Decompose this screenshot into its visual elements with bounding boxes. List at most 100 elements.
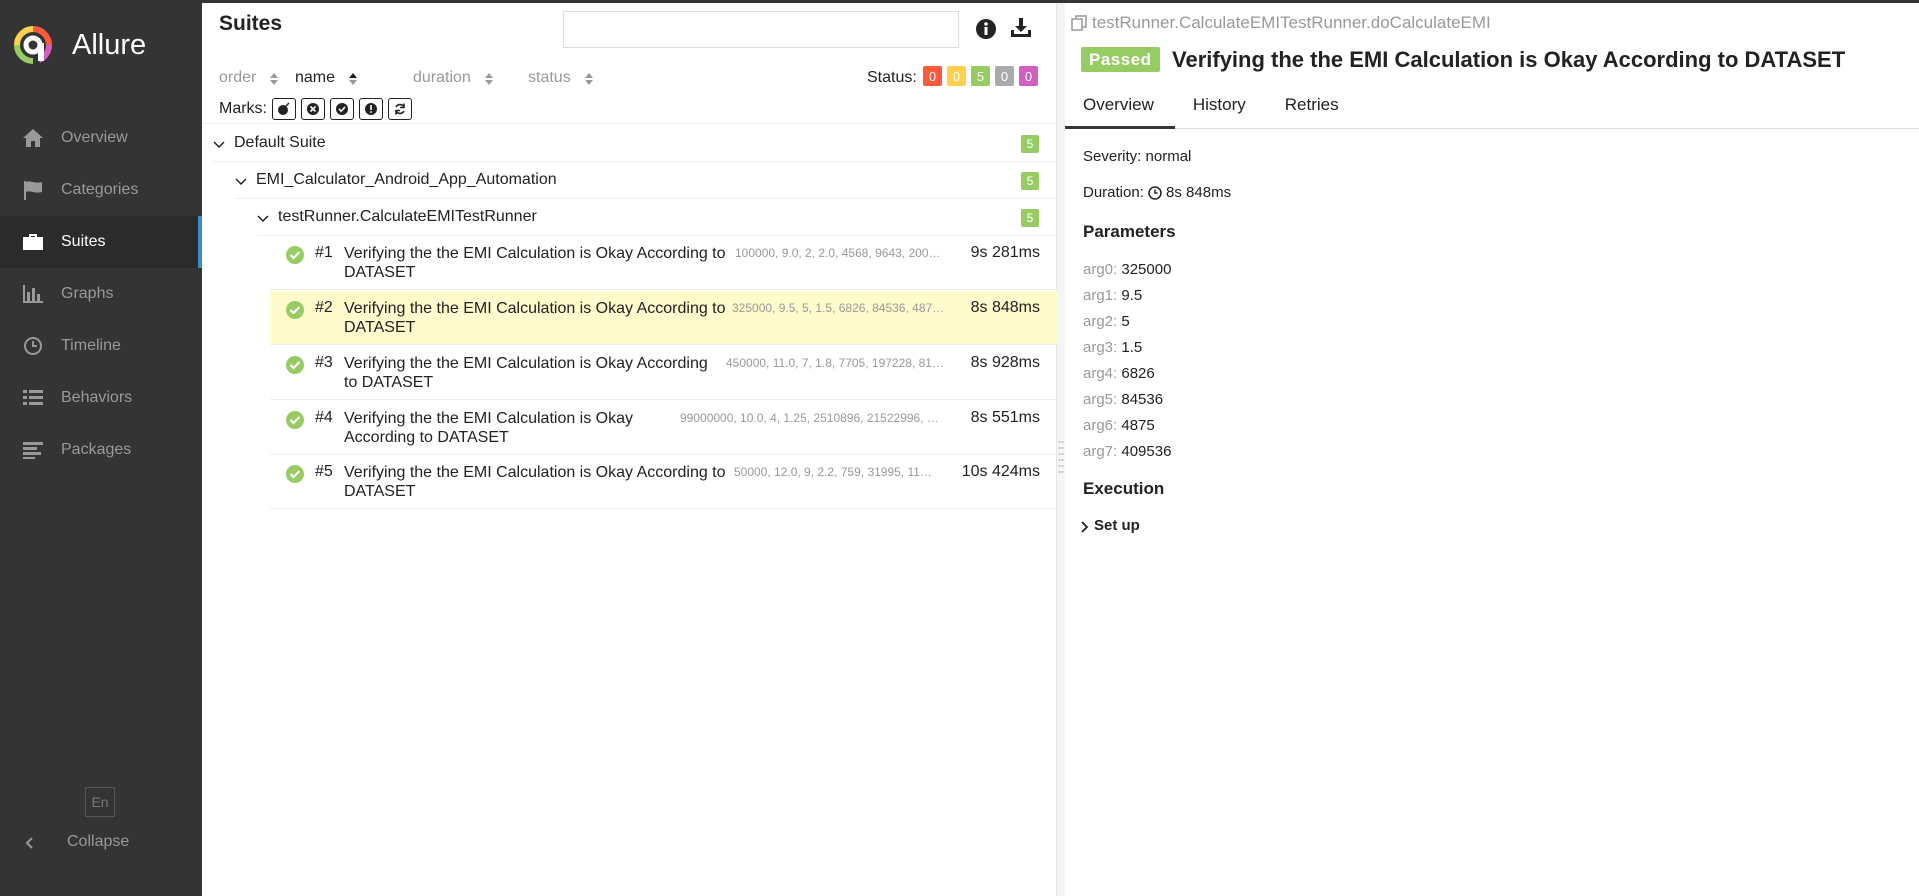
parameter-row: arg2: 5 [1083,313,1130,330]
passed-check-icon [285,410,305,430]
test-name-line: Verifying the the EMI Calculation is Oka… [344,355,708,372]
sidebar: Allure Overview Categories Suites Graphs… [0,3,202,896]
tree-package[interactable]: EMI_Calculator_Android_App_Automation [235,171,557,189]
test-number: #4 [315,409,333,426]
info-icon[interactable] [975,18,997,40]
new-broken-icon[interactable] [359,98,383,120]
new-failed-icon[interactable] [301,98,325,120]
sidebar-item-overview[interactable]: Overview [0,112,202,164]
briefcase-icon [21,231,45,253]
app-name: Allure [72,28,147,61]
sidebar-item-label: Packages [61,441,132,458]
tree-class[interactable]: testRunner.CalculateEMITestRunner [257,208,537,226]
sort-order[interactable]: order [219,69,279,87]
drag-handle-icon[interactable] [1058,439,1064,475]
retries-icon[interactable] [388,98,412,120]
flaky-bomb-icon[interactable] [272,98,296,120]
table-row[interactable]: #5 Verifying the the EMI Calculation is … [270,455,1057,509]
table-row[interactable]: #4 Verifying the the EMI Calculation is … [270,401,1057,455]
test-name-line: DATASET [344,264,416,281]
logo[interactable]: Allure [0,3,202,87]
sort-name[interactable]: name [295,69,358,87]
test-duration: 10s 424ms [961,463,1040,480]
status-failed-toggle[interactable]: 0 [923,66,942,86]
chevron-down-icon [235,174,247,186]
divider [213,161,1057,162]
test-params: 100000, 9.0, 2, 2.0, 4568, 9643, 200… [735,246,941,260]
sort-status-label: status [528,69,571,86]
status-filter: 0 0 5 0 0 [923,66,1043,86]
param-value: 9.5 [1121,287,1143,304]
allure-logo-icon [13,25,53,65]
list-icon [21,387,45,409]
param-key: arg6: [1083,417,1118,434]
table-row[interactable]: #3 Verifying the the EMI Calculation is … [270,346,1057,400]
sidebar-item-packages[interactable]: Packages [0,424,202,476]
chevron-down-icon [257,211,269,223]
passed-check-icon [285,300,305,320]
sort-arrows-icon [270,72,279,85]
test-name-line: DATASET [344,319,416,336]
sort-arrows-icon [349,72,358,85]
tab-history[interactable]: History [1175,87,1267,129]
divider [202,123,1057,124]
suites-pane: Suites order name duration status Status… [202,3,1057,896]
param-key: arg1: [1083,287,1118,304]
collapse-button[interactable]: Collapse [24,833,129,851]
bar-chart-icon [21,283,45,305]
status-unknown-toggle[interactable]: 0 [1019,66,1038,86]
divider [235,198,1057,199]
duration-value: 8s 848ms [1166,184,1232,201]
test-duration: 8s 928ms [970,354,1040,371]
status-passed-toggle[interactable]: 5 [971,66,990,86]
param-value: 5 [1121,313,1130,330]
test-params: 325000, 9.5, 5, 1.5, 6826, 84536, 487… [732,301,945,315]
sidebar-item-label: Graphs [61,285,114,302]
sidebar-item-suites[interactable]: Suites [0,216,202,268]
sort-arrows-icon [584,72,593,85]
sidebar-item-behaviors[interactable]: Behaviors [0,372,202,424]
parameter-row: arg1: 9.5 [1083,287,1142,304]
sidebar-item-graphs[interactable]: Graphs [0,268,202,320]
duration-line: Duration: 8s 848ms [1083,184,1231,201]
chevron-right-icon [1078,520,1090,533]
table-row-selected[interactable]: #2 Verifying the the EMI Calculation is … [270,291,1057,345]
sidebar-item-timeline[interactable]: Timeline [0,320,202,372]
sort-arrows-icon [484,72,493,85]
clock-icon [1148,185,1162,200]
test-name-line: According to DATASET [344,429,509,446]
sidebar-item-categories[interactable]: Categories [0,164,202,216]
breadcrumb-text: testRunner.CalculateEMITestRunner.doCalc… [1092,13,1491,32]
tree-package-label: EMI_Calculator_Android_App_Automation [256,171,557,188]
duration-label: Duration: [1083,184,1144,201]
tree-class-count: 5 [1021,209,1039,227]
language-selector[interactable]: En [85,787,115,817]
setup-toggle[interactable]: Set up [1078,517,1140,534]
test-details-pane: testRunner.CalculateEMITestRunner.doCalc… [1065,3,1919,896]
test-duration: 9s 281ms [970,244,1040,261]
copy-icon[interactable] [1070,14,1088,32]
new-passed-icon[interactable] [330,98,354,120]
test-name: Verifying the the EMI Calculation is Oka… [344,299,726,337]
search-input[interactable] [563,11,959,48]
sort-name-label: name [295,69,336,86]
tab-overview[interactable]: Overview [1065,87,1175,129]
sort-duration[interactable]: duration [413,69,493,87]
sidebar-item-label: Overview [61,129,128,146]
status-skipped-toggle[interactable]: 0 [995,66,1014,86]
test-name-line: Verifying the the EMI Calculation is Oka… [344,410,634,427]
table-row[interactable]: #1 Verifying the the EMI Calculation is … [270,236,1057,290]
parameter-row: arg3: 1.5 [1083,339,1142,356]
test-name: Verifying the the EMI Calculation is Oka… [344,409,633,447]
status-broken-toggle[interactable]: 0 [947,66,966,86]
param-value: 325000 [1121,261,1172,278]
execution-heading: Execution [1083,479,1165,498]
tree-class-label: testRunner.CalculateEMITestRunner [278,208,537,225]
sort-status[interactable]: status [528,69,593,87]
download-icon[interactable] [1009,16,1033,40]
parameter-row: arg0: 325000 [1083,261,1171,278]
tree-suite[interactable]: Default Suite [213,134,326,152]
clock-icon [21,335,45,357]
tab-retries[interactable]: Retries [1267,87,1360,129]
param-value: 4875 [1121,417,1155,434]
